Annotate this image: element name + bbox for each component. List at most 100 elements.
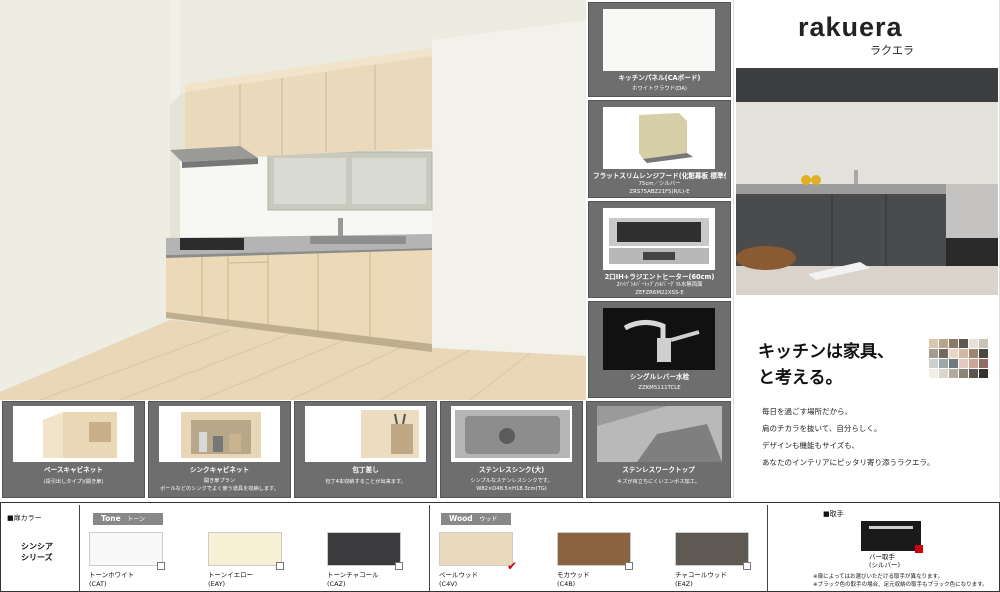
swatch-selected-check-icon[interactable]: ✔ [507,560,517,572]
variation-chip [949,349,958,358]
part-label: 2口IH+ラジエントヒーター(60cm) [604,273,715,281]
feature-label: ベースキャビネット [43,466,103,474]
variation-chip [979,339,988,348]
feature-sub: ボールなどのシンクでよく使う道具を収納します。 [160,486,279,492]
variation-chip [939,359,948,368]
catch-copy-line1: キッチンは家具、 [758,342,894,362]
swatch-code: (C4B) [557,580,576,588]
part-label: キッチンパネル(CAボード) [618,74,701,82]
swatch-code: (EAY) [208,580,226,588]
part-faucet: シングルレバー水栓 ZZKM5111TCLE [588,301,731,398]
lifestyle-photo [736,68,998,295]
swatch-name: トーンホワイト [89,571,135,579]
feature-label: 包丁差し [352,466,379,474]
divider [79,505,80,591]
divider [429,505,430,591]
variation-chip [969,349,978,358]
door-color-swatch[interactable] [208,532,282,566]
part-label: シングルレバー水栓 [629,373,690,381]
variation-chip [979,359,988,368]
feature-sub: W82×D48.5×H18.3cm(TG) [476,486,547,492]
feature-knife-holder: 包丁差し 包丁4本収納することが出来ます。 [294,401,437,498]
feature-sub: (段引出しタイプ)(開き扉) [43,479,104,485]
variation-chip [939,339,948,348]
variation-chip [929,339,938,348]
swatch-checkbox[interactable] [625,562,633,570]
kitchen-rendering [0,0,586,400]
variation-chip [959,349,968,358]
swatch-checkbox[interactable] [743,562,751,570]
swatch-name: モカウッド [557,571,590,579]
variation-chip [979,349,988,358]
variation-chip [969,359,978,368]
swatch-name: トーンチャコール [327,571,379,579]
brand-logo: rakuera [798,12,903,42]
swatch-checkbox[interactable] [276,562,284,570]
swatch-code: (CAZ) [327,580,346,588]
variation-chip [949,369,958,378]
swatch-checkbox[interactable] [395,562,403,570]
body-line: あなたのインテリアにピッタリ寄り添うラクエラ。 [762,458,935,467]
stainless-sink-photo [451,406,572,462]
door-color-swatch[interactable] [327,532,401,566]
tone-tag-label: Tone [101,514,121,523]
variation-chip [939,369,948,378]
variation-chip [949,339,958,348]
door-color-swatch[interactable] [557,532,631,566]
door-color-selector: ■扉カラー シンシア シリーズ Tone トーン Wood ウッド トーンホワイ… [0,502,1000,592]
part-sub: ZEFZR6M22XSS-E [635,290,684,296]
handle-note: ※扉によってはお選びいただける取手が異なります。 [813,574,944,580]
swatch-name: ペールウッド [439,571,478,579]
tone-tag-kana: トーン [127,516,146,523]
brand-panel: rakuera ラクエラ キッチンは家具、 と考える。 毎日を過ごす場所だから、… [733,0,1000,498]
body-line: デザインも機能もサイズも、 [762,441,860,450]
door-color-swatch[interactable] [89,532,163,566]
variation-chip [929,359,938,368]
swatch-code: (E4Z) [675,580,693,588]
part-ih-heater: 2口IH+ラジエントヒーター(60cm) 2ﾊｲﾊﾟｼﾙﾊﾞｰﾄｯﾌﾟ/ｼﾙﾊﾞ… [588,201,731,298]
part-sub: ZRS75ABZ21FS(R/L)-E [629,189,690,195]
swatch-checkbox[interactable] [157,562,165,570]
knife-holder-photo [305,406,426,462]
swatch-name: チャコールウッド [675,571,727,579]
door-color-swatch[interactable] [439,532,513,566]
brand-logo-kana: ラクエラ [870,44,914,57]
variation-chip [959,359,968,368]
swatch-name: トーンイエロー [208,571,254,579]
feature-label: ステンレスシンク(大) [478,466,545,474]
handle-heading: ■取手 [823,510,844,518]
variation-chip [929,369,938,378]
feature-sub: 包丁4本収納することが出来ます。 [325,479,406,485]
kitchen-panel-photo [603,9,715,71]
door-color-swatch[interactable] [675,532,749,566]
series-name-line1: シンシア [21,542,53,551]
stainless-worktop-photo [597,406,722,462]
brand-body-copy: 毎日を過ごす場所だから、 肩のチカラを抜いて、自分らしく。 デザインも機能もサイ… [762,403,934,471]
body-line: 毎日を過ごす場所だから、 [762,407,853,416]
kitchen-illustration [0,0,586,400]
catch-copy-line2: と考える。 [758,368,843,388]
variation-chip [959,369,968,378]
part-kitchen-panel: キッチンパネル(CAボード) ホワイトクラウド(DA) [588,2,731,97]
variation-chip [979,369,988,378]
part-label: フラットスリムレンジフード(化粧幕板 標準付) [593,172,726,180]
wood-tag-kana: ウッド [479,516,498,523]
series-name-line2: シリーズ [21,553,53,562]
handle-swatch[interactable] [861,521,921,551]
ih-heater-photo [603,208,715,270]
door-color-heading: ■扉カラー [7,514,42,522]
variation-chip [969,339,978,348]
variation-chip [969,369,978,378]
tone-group-tag: Tone トーン [93,513,163,525]
handle-selected-check-icon [915,545,923,553]
part-sub: ホワイトクラウド(DA) [631,86,688,92]
sink-cabinet-photo [159,406,280,462]
part-range-hood: フラットスリムレンジフード(化粧幕板 標準付) 75cm／シルバー ZRS75A… [588,100,731,198]
range-hood-photo [603,107,715,169]
feature-sink-cabinet: シンクキャビネット 開き扉プラン ボールなどのシンクでよく使う道具を収納します。 [148,401,291,498]
feature-base-cabinet: ベースキャビネット (段引出しタイプ)(開き扉) [2,401,145,498]
base-cabinet-photo [13,406,134,462]
feature-label: ステンレスワークトップ [622,466,695,474]
color-variation-grid [929,339,988,378]
swatch-code: (C4V) [439,580,458,588]
